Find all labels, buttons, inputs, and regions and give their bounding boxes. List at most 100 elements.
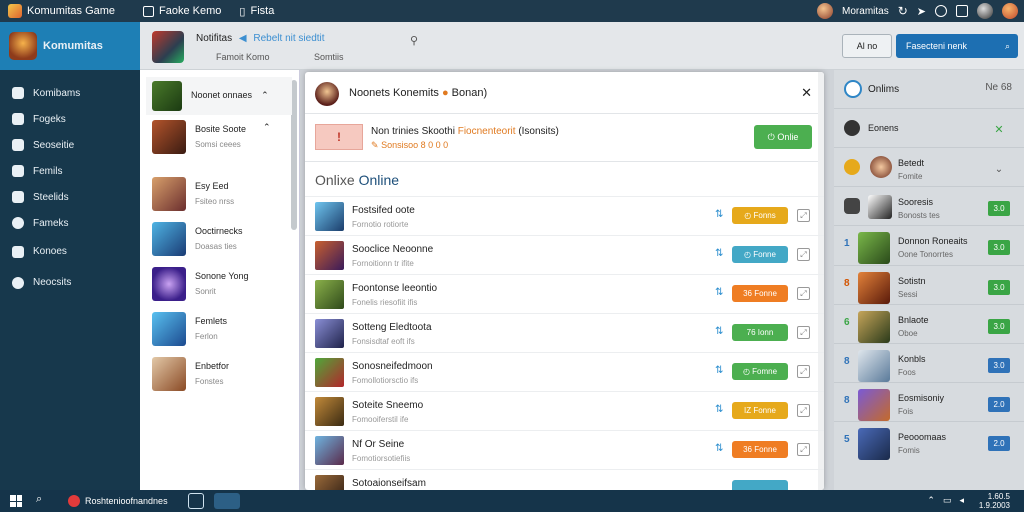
brand-label: Komumitas bbox=[43, 40, 103, 52]
clock[interactable]: 1.60.5 1.9.2003 bbox=[979, 492, 1010, 510]
list-item[interactable]: 1 Donnon Roneaits Oone Tonorrtes 3.0 bbox=[834, 225, 1024, 265]
sync-icon[interactable]: ⇅ bbox=[715, 326, 723, 337]
chevron-down-icon[interactable]: ⌄ bbox=[988, 162, 1010, 177]
list-item[interactable]: Betedt Fomite ⌄ bbox=[834, 147, 1024, 186]
sync-icon[interactable]: ⇅ bbox=[715, 209, 723, 220]
sync-icon[interactable]: ⇅ bbox=[715, 365, 723, 376]
sidebar-item-0[interactable]: Komibams bbox=[0, 80, 140, 106]
game-list: Noonet onnaes ⌃ Bosite Soote Somsi ceees … bbox=[140, 70, 300, 490]
status-badge[interactable]: ◴ Fomne bbox=[732, 363, 788, 380]
grid-icon[interactable] bbox=[956, 5, 968, 17]
list-item[interactable]: Esy Eed Fsiteo nrss bbox=[152, 177, 234, 211]
fire-icon[interactable] bbox=[1002, 3, 1018, 19]
online-button[interactable]: ⏻ Onlie bbox=[754, 125, 812, 149]
list-item[interactable]: Ooctirnecks Doasas ties bbox=[152, 222, 243, 256]
table-row[interactable]: Sotoaionseifsam bbox=[305, 469, 824, 490]
list-item[interactable]: Sonone Yong Sonrit bbox=[152, 267, 249, 301]
list-item[interactable]: 5 Peooomaas Fomis 2.0 bbox=[834, 421, 1024, 460]
action-icon[interactable]: ⤢ bbox=[797, 365, 810, 378]
action-icon[interactable]: ⤢ bbox=[797, 443, 810, 456]
list-item[interactable]: Eonens ✕ bbox=[834, 108, 1024, 147]
list-item[interactable]: 8 Sotistn Sessi 3.0 bbox=[834, 265, 1024, 304]
close-icon[interactable]: ✕ bbox=[801, 85, 812, 101]
modal-banner: ! Non trinies Skoothi Fiocnenteorit (Iso… bbox=[305, 114, 824, 162]
user-name[interactable]: Moramitas bbox=[842, 6, 889, 17]
refresh-icon[interactable]: ↻ bbox=[898, 4, 908, 18]
settings-icon[interactable] bbox=[935, 5, 947, 17]
game-desc: Ferlon bbox=[195, 332, 218, 341]
table-row[interactable]: Sotteng Eledtoota Fonsisdtaf eoft ifs ⇅ … bbox=[305, 313, 824, 352]
sidebar-item-3[interactable]: Femils bbox=[0, 158, 140, 184]
sidebar-brand[interactable]: Komumitas bbox=[0, 22, 140, 70]
volume-icon[interactable]: ◂ bbox=[959, 495, 964, 506]
friend-sub: Fois bbox=[898, 407, 914, 416]
sidebar-item-5[interactable]: Fameks bbox=[0, 210, 140, 236]
list-item[interactable]: Sooresis Bonosts tes 3.0 bbox=[834, 186, 1024, 225]
action-icon[interactable]: ⤢ bbox=[797, 326, 810, 339]
status-badge[interactable] bbox=[732, 480, 788, 490]
list-item[interactable]: Noonet onnaes ⌃ bbox=[146, 77, 292, 115]
sync-icon[interactable]: ⇅ bbox=[715, 443, 723, 454]
network-icon[interactable]: ▭ bbox=[943, 495, 952, 506]
list-item[interactable]: 8 Konbls Foos 3.0 bbox=[834, 343, 1024, 382]
table-row[interactable]: Foontonse leeontio Fonelis riesofiit ifi… bbox=[305, 274, 824, 313]
menu-item-1[interactable]: Faoke Kemo bbox=[143, 5, 221, 17]
game-desc: Somsi ceees bbox=[195, 140, 241, 149]
status-badge[interactable]: 76 Ionn bbox=[732, 324, 788, 341]
list-item[interactable]: Femlets Ferlon bbox=[152, 312, 227, 346]
list-item[interactable]: 6 Bnlaote Oboe 3.0 bbox=[834, 304, 1024, 343]
taskbar-app[interactable]: Roshtenioofnandnes bbox=[62, 492, 174, 510]
pin-icon[interactable]: ⚲ bbox=[410, 34, 418, 47]
status-badge[interactable]: 36 Fonne bbox=[732, 441, 788, 458]
sync-icon[interactable]: ⇅ bbox=[715, 287, 723, 298]
table-row[interactable]: Soteite Sneemo Fomooiferstil ife ⇅ IZ Fo… bbox=[305, 391, 824, 430]
rank-number: 6 bbox=[844, 317, 850, 328]
windows-start-icon[interactable] bbox=[10, 495, 22, 507]
table-row[interactable]: Fostsifed oote Fornotio rotiorte ⇅ ◴ Fon… bbox=[305, 196, 824, 235]
search-icon: ⌕ bbox=[1004, 41, 1010, 51]
title-bar: Komumitas Game Faoke Kemo ▯ Fista Morami… bbox=[0, 0, 1024, 22]
close-icon[interactable]: ✕ bbox=[988, 123, 1010, 138]
user-avatar[interactable] bbox=[817, 3, 834, 19]
row-name: Sonosneifedmoon bbox=[352, 361, 433, 372]
clock-date: 1.9.2003 bbox=[978, 501, 1010, 510]
search-icon[interactable]: ⌕ bbox=[36, 493, 42, 506]
action-icon[interactable]: ⤢ bbox=[797, 404, 810, 417]
sidebar-item-4[interactable]: Steelids bbox=[0, 184, 140, 210]
status-badge[interactable]: 36 Fonne bbox=[732, 285, 788, 302]
secondary-button[interactable]: Al no bbox=[842, 34, 892, 58]
sidebar-item-7[interactable]: Neocsits bbox=[0, 267, 140, 298]
table-row[interactable]: Nf Or Seine Fomotiorsotiefiis ⇅ 36 Fonne… bbox=[305, 430, 824, 469]
friend-name: Sotistn bbox=[898, 276, 926, 286]
primary-button[interactable]: Fasecteni nenk ⌕ bbox=[896, 34, 1018, 58]
sidebar-item-label: Neocsits bbox=[33, 277, 72, 288]
sidebar-item-6[interactable]: Konoes bbox=[0, 236, 140, 267]
banner-highlight: Fiocnenteorit bbox=[457, 126, 516, 137]
sync-icon[interactable]: ⇅ bbox=[715, 248, 723, 259]
menu-item-2[interactable]: ▯ Fista bbox=[239, 5, 274, 18]
status-badge[interactable]: ◴ Fonns bbox=[732, 207, 788, 224]
task-view-icon[interactable] bbox=[188, 493, 204, 509]
action-icon[interactable]: ⤢ bbox=[797, 287, 810, 300]
sidebar-item-2[interactable]: Seoseitie bbox=[0, 132, 140, 158]
status-badge[interactable]: ◴ Fonne bbox=[732, 246, 788, 263]
list-item[interactable]: Enbetfor Fonstes bbox=[152, 357, 229, 391]
send-icon[interactable]: ➤ bbox=[917, 5, 926, 18]
table-row[interactable]: Sooclice Neoonne Fornoitionn tr ifite ⇅ … bbox=[305, 235, 824, 274]
browser-icon[interactable] bbox=[214, 493, 240, 509]
header-link[interactable]: Rebelt nit siedtit bbox=[253, 33, 324, 44]
game-avatar[interactable] bbox=[152, 31, 184, 63]
action-icon[interactable]: ⤢ bbox=[797, 209, 810, 222]
action-icon[interactable]: ⤢ bbox=[797, 248, 810, 261]
profile-icon[interactable] bbox=[977, 3, 993, 19]
chevron-up-icon[interactable]: ⌃ bbox=[927, 495, 935, 506]
sync-icon[interactable]: ⇅ bbox=[715, 404, 723, 415]
list-item[interactable]: Bosite Soote Somsi ceees ⌃ bbox=[152, 120, 271, 154]
friend-name: Peooomaas bbox=[898, 432, 947, 442]
row-thumbnail bbox=[315, 397, 344, 426]
status-badge[interactable]: IZ Fonne bbox=[732, 402, 788, 419]
list-item[interactable]: 8 Eosmisoniy Fois 2.0 bbox=[834, 382, 1024, 421]
sidebar-item-1[interactable]: Fogeks bbox=[0, 106, 140, 132]
table-row[interactable]: Sonosneifedmoon Fomollotiorsctio ifs ⇅ ◴… bbox=[305, 352, 824, 391]
rank-number: 8 bbox=[844, 356, 850, 367]
